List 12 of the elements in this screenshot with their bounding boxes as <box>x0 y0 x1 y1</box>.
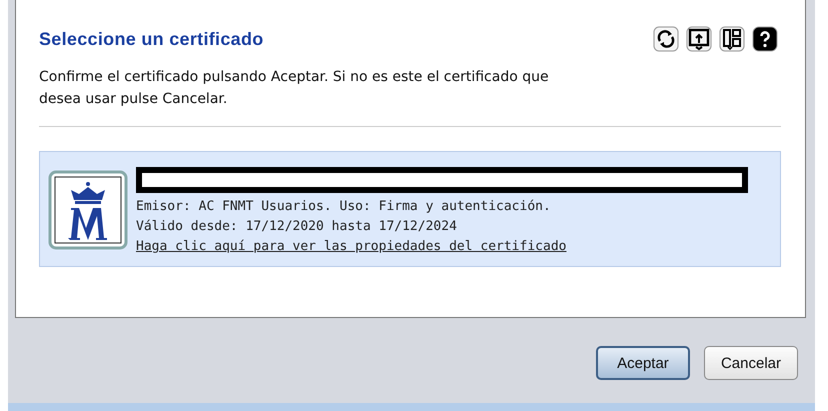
help-icon[interactable] <box>752 26 778 52</box>
properties-link[interactable]: Haga clic aquí para ver las propiedades del certificado <box>136 237 748 257</box>
dialog-title: Seleccione un certificado <box>39 28 264 50</box>
instruction-text: Confirme el certificado pulsando Aceptar. Si no es este el certificado que desea usar pulse Cancelar. <box>39 68 550 109</box>
issuer-text: Emisor: AC FNMT Usuarios. Uso: Firma y autenticación. <box>136 198 552 216</box>
upload-icon[interactable] <box>686 26 712 52</box>
refresh-icon[interactable] <box>653 26 679 52</box>
accept-button[interactable]: Aceptar <box>596 346 690 380</box>
layout-icon[interactable] <box>719 26 745 52</box>
cancel-button[interactable]: Cancelar <box>704 346 798 380</box>
validity-text: Válido desde: 17/12/2020 hasta 17/12/2024 <box>136 218 458 236</box>
certificate-item[interactable]: Emisor: AC FNMT Usuarios. Uso: Firma y autenticación. Válido desde: 17/12/2020 hasta 17/12/2024 Haga clic aquí para ver las propiedades del certificado <box>39 151 781 267</box>
